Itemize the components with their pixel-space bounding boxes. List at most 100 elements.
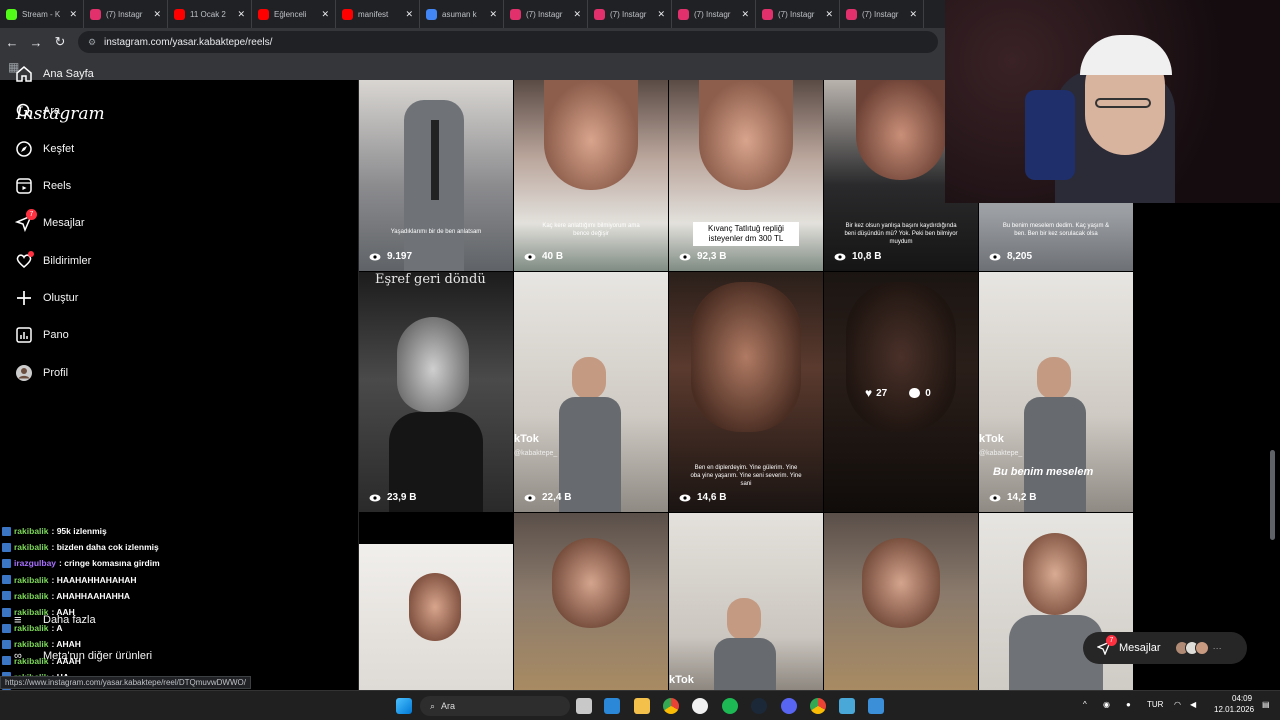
language-indicator[interactable]: TUR	[1147, 700, 1163, 709]
chat-username: irazgulbay	[14, 558, 57, 569]
wifi-icon[interactable]: ◠	[1174, 700, 1181, 709]
page-scrollbar[interactable]	[1270, 450, 1275, 540]
discord-icon[interactable]	[781, 698, 797, 714]
tab-favicon-icon	[258, 8, 269, 20]
chat-text: : AHAH	[51, 639, 81, 650]
mic-icon[interactable]: ●	[1126, 700, 1131, 709]
browser-tab[interactable]: manifest ✕	[336, 0, 420, 28]
volume-icon[interactable]: ◀	[1190, 700, 1196, 709]
browser-tab[interactable]: (7) Instagr ✕	[756, 0, 840, 28]
chat-message: rakibalik: AHAH	[2, 639, 81, 649]
streamer-webcam	[945, 0, 1280, 203]
browser-tab[interactable]: Stream - K ✕	[0, 0, 84, 28]
messages-pill[interactable]: 7 Mesajlar ···	[1083, 632, 1247, 664]
chat-text: : AAH	[51, 607, 75, 617]
reel-thumbnail[interactable]	[514, 513, 668, 690]
avatar	[1194, 641, 1209, 655]
chat-message: rakibalik: 95k izlenmiş	[2, 526, 107, 536]
tiktok-watermark: kTok	[514, 433, 539, 445]
photos-icon[interactable]	[868, 698, 884, 714]
clock-date[interactable]: 12.01.2026	[1214, 705, 1254, 714]
browser-tab[interactable]: asuman k ✕	[420, 0, 504, 28]
sidebar-item-ana-sayfa[interactable]: Ana Sayfa	[14, 61, 94, 87]
platform-icon	[2, 526, 11, 536]
eye-icon	[989, 494, 1001, 501]
chat-text: : A	[51, 623, 63, 634]
task-view-icon[interactable]	[576, 698, 592, 714]
sidebar-item-kesfet[interactable]: Keşfet	[14, 136, 74, 162]
github-icon[interactable]	[692, 698, 708, 714]
store-icon[interactable]	[604, 698, 620, 714]
reel-thumbnail[interactable]: Kaç kere anlattığımı bilmiyorum ama benc…	[514, 80, 668, 271]
network-icon[interactable]: ◉	[1103, 700, 1110, 709]
browser-tab[interactable]: (7) Instagr ✕	[504, 0, 588, 28]
browser-tab[interactable]: (7) Instagr ✕	[84, 0, 168, 28]
search-icon: ⌕	[430, 700, 436, 711]
sidebar-item-olustur[interactable]: Oluştur	[14, 285, 78, 311]
steam-icon[interactable]	[751, 698, 767, 714]
reel-thumbnail[interactable]: Eşref geri döndü 23,9 B	[359, 272, 513, 512]
close-tab-icon[interactable]: ✕	[825, 9, 833, 20]
reel-thumbnail[interactable]: Kıvanç Tatlıtuğ repliği isteyenler dm 30…	[669, 80, 823, 271]
notepad-icon[interactable]	[839, 698, 855, 714]
reel-thumbnail[interactable]	[359, 513, 513, 690]
close-tab-icon[interactable]: ✕	[573, 9, 581, 20]
chrome-icon[interactable]	[810, 698, 826, 714]
close-tab-icon[interactable]: ✕	[237, 9, 245, 20]
close-tab-icon[interactable]: ✕	[153, 9, 161, 20]
reload-icon[interactable]: ↻	[48, 34, 72, 50]
sidebar-item-profil[interactable]: Profil	[14, 360, 68, 386]
sidebar-item-mesajlar[interactable]: 7 Mesajlar	[14, 209, 85, 236]
close-tab-icon[interactable]: ✕	[741, 9, 749, 20]
tiktok-watermark: kTok	[979, 433, 1004, 445]
close-tab-icon[interactable]: ✕	[321, 9, 329, 20]
comment-icon	[909, 388, 921, 398]
close-tab-icon[interactable]: ✕	[405, 9, 413, 20]
chat-message: irazgulbay: cringe komasına girdim	[2, 558, 160, 568]
spotify-icon[interactable]	[722, 698, 738, 714]
reel-caption: Kıvanç Tatlıtuğ repliği isteyenler dm 30…	[693, 222, 799, 246]
browser-tab[interactable]: (7) Instagr ✕	[672, 0, 756, 28]
platform-icon	[2, 639, 11, 649]
browser-tab[interactable]: 11 Ocak 2 ✕	[168, 0, 252, 28]
reel-thumbnail[interactable]: kTok	[669, 513, 823, 690]
browser-tab[interactable]: Eğlenceli ✕	[252, 0, 336, 28]
forward-icon[interactable]: →	[24, 35, 48, 50]
sidebar-item-label: Profil	[43, 367, 69, 379]
chat-text: : bizden daha cok izlenmiş	[51, 542, 159, 553]
tab-favicon-icon	[846, 8, 857, 20]
reel-thumbnail[interactable]: kTok @kabaktepe_ Bu benim meselem 14,2 B	[979, 272, 1133, 512]
messenger-icon: 7	[1096, 635, 1117, 656]
close-tab-icon[interactable]: ✕	[909, 9, 917, 20]
windows-start-icon[interactable]	[396, 698, 412, 714]
reel-thumbnail[interactable]	[824, 513, 978, 690]
chevron-up-icon[interactable]: ^	[1083, 700, 1087, 709]
clock-time[interactable]: 04:09	[1232, 694, 1252, 703]
sidebar-item-bildirimler[interactable]: Bildirimler	[14, 248, 91, 274]
reel-thumbnail[interactable]: Ben en diplerdeyim. Yine gülerim. Yine o…	[669, 272, 823, 512]
close-tab-icon[interactable]: ✕	[657, 9, 665, 20]
tab-title: (7) Instagr	[694, 9, 731, 19]
taskbar-search[interactable]: ⌕ Ara	[420, 696, 570, 716]
browser-tab[interactable]: (7) Instagr ✕	[588, 0, 672, 28]
home-icon	[14, 64, 34, 84]
chat-username: rakibalik	[14, 542, 49, 553]
sidebar-item-pano[interactable]: Pano	[14, 322, 69, 348]
sidebar-item-ara[interactable]: Ara	[14, 98, 60, 124]
file-explorer-icon[interactable]	[634, 698, 650, 714]
reel-thumbnail-hovered[interactable]: ♥ 27 0	[824, 272, 978, 512]
sidebar-item-label: Pano	[43, 329, 69, 341]
eye-icon	[989, 253, 1001, 260]
reel-thumbnail[interactable]: Yaşadıklarımı bir de ben anlatsam 9.197	[359, 80, 513, 271]
chrome-icon[interactable]	[663, 698, 679, 714]
reel-thumbnail[interactable]: kTok @kabaktepe_ 22,4 B	[514, 272, 668, 512]
browser-tab[interactable]: (7) Instagr ✕	[840, 0, 924, 28]
close-tab-icon[interactable]: ✕	[69, 9, 77, 20]
close-tab-icon[interactable]: ✕	[489, 9, 497, 20]
sidebar-item-reels[interactable]: Reels	[14, 173, 71, 199]
url-bar[interactable]: ⚙ instagram.com/yasar.kabaktepe/reels/	[78, 31, 938, 53]
back-icon[interactable]: ←	[0, 35, 24, 50]
notification-icon[interactable]: ▤	[1262, 700, 1270, 709]
reel-caption: Bir kez olsun yanlışa başını kaydırdığın…	[844, 223, 958, 245]
site-info-icon[interactable]: ⚙	[88, 37, 98, 47]
